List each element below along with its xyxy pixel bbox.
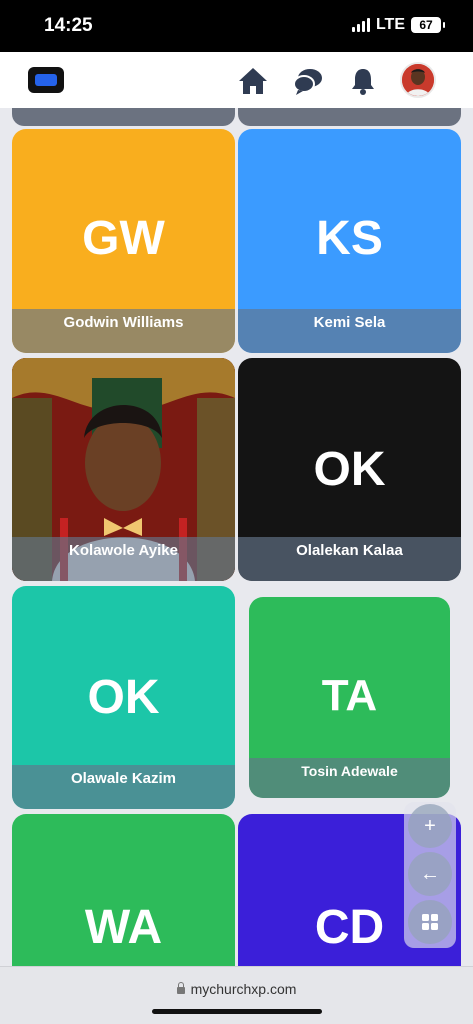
network-label: LTE [375, 16, 405, 33]
member-name: Godwin Williams [12, 309, 235, 353]
member-initials: OK [313, 443, 386, 496]
status-time: 14:25 [44, 15, 93, 36]
member-card[interactable]: Kolawole Ayike [12, 358, 235, 581]
signal-icon [351, 18, 370, 32]
arrow-left-icon: ← [420, 862, 440, 885]
user-avatar[interactable] [400, 62, 436, 98]
member-card[interactable]: TA Tosin Adewale [249, 597, 450, 798]
plus-icon: + [424, 814, 436, 837]
floating-action-panel: + ← [404, 802, 456, 948]
member-name: Olalekan Kalaa [238, 537, 461, 581]
url-text: mychurchxp.com [190, 981, 297, 997]
member-name: Tosin Adewale [249, 758, 450, 798]
member-name: Kolawole Ayike [12, 537, 235, 581]
add-button[interactable]: + [408, 804, 452, 848]
member-initials: TA [321, 671, 378, 720]
browser-address-bar[interactable]: mychurchxp.com [0, 966, 473, 1024]
grid-view-button[interactable] [408, 900, 452, 944]
battery-icon: 67 [411, 17, 445, 33]
member-card[interactable]: WA [12, 814, 235, 966]
member-card[interactable]: GW Godwin Williams [12, 129, 235, 353]
partial-card[interactable] [238, 108, 461, 126]
battery-level: 67 [419, 18, 433, 32]
member-initials: WA [84, 901, 163, 954]
home-indicator[interactable] [152, 1009, 322, 1014]
member-initials: OK [87, 671, 160, 724]
member-card[interactable]: KS Kemi Sela [238, 129, 461, 353]
app-header [0, 52, 473, 108]
member-initials: GW [82, 212, 165, 265]
member-name: Olawale Kazim [12, 765, 235, 809]
member-name: Kemi Sela [238, 309, 461, 353]
status-indicators: LTE 67 [351, 16, 445, 34]
chat-icon[interactable] [291, 64, 325, 98]
bell-icon[interactable] [346, 64, 380, 98]
member-grid: GW Godwin Williams KS Kemi Sela Kolawole… [0, 108, 473, 966]
home-icon[interactable] [236, 64, 270, 98]
grid-icon [422, 914, 438, 930]
member-initials: KS [316, 212, 383, 265]
status-bar: 14:25 LTE 67 [0, 0, 473, 52]
back-button[interactable]: ← [408, 852, 452, 896]
lock-icon [176, 982, 185, 994]
member-card[interactable]: OK Olalekan Kalaa [238, 358, 461, 581]
member-card[interactable]: OK Olawale Kazim [12, 586, 235, 809]
partial-card[interactable] [12, 108, 235, 126]
app-logo[interactable] [28, 67, 64, 93]
url-display[interactable]: mychurchxp.com [0, 981, 473, 997]
logo-mark [35, 74, 57, 86]
